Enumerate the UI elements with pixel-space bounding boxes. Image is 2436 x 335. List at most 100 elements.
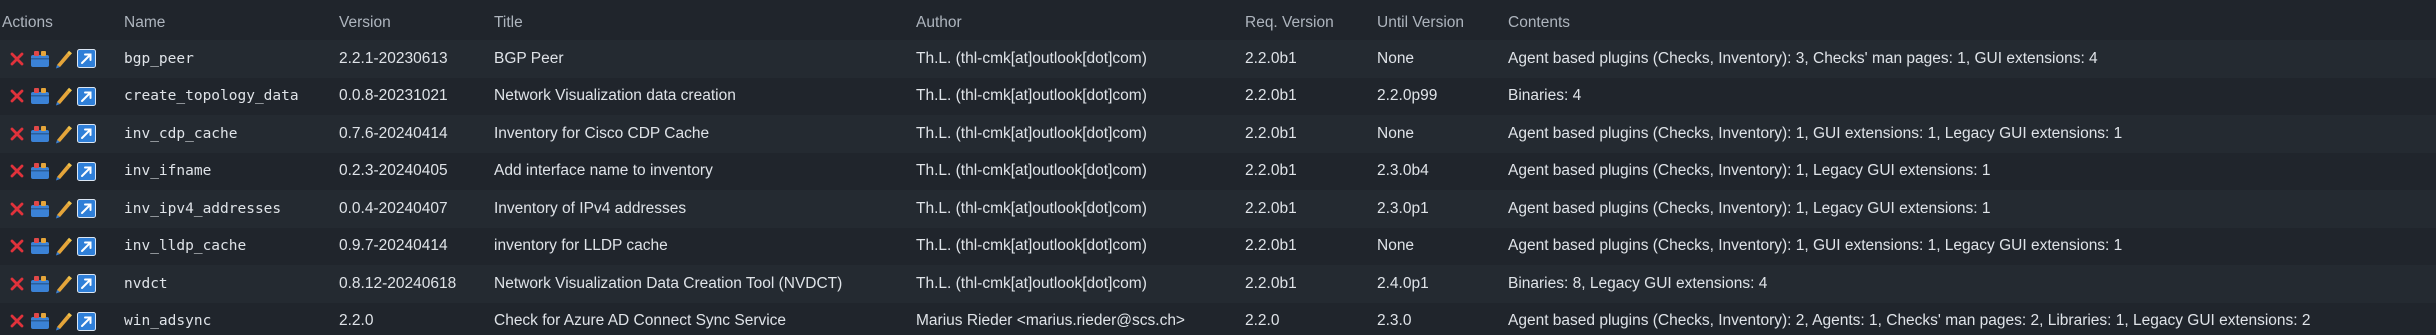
package-author: Marius Rieder <marius.rieder@scs.ch>: [916, 312, 1185, 330]
package-req-version: 2.2.0b1: [1245, 87, 1297, 105]
package-icon[interactable]: [30, 49, 50, 69]
package-icon[interactable]: [30, 311, 50, 331]
package-version: 0.8.12-20240618: [339, 274, 457, 292]
package-req-version: 2.2.0b1: [1245, 49, 1297, 67]
package-name[interactable]: inv_ifname: [124, 153, 339, 191]
download-icon[interactable]: [76, 49, 96, 69]
package-name[interactable]: create_topology_data: [124, 78, 339, 116]
table-row: inv_cdp_cache 0.7.6-20240414 Inventory f…: [0, 115, 2436, 153]
download-icon[interactable]: [76, 161, 96, 181]
actions-cell: [0, 303, 124, 335]
edit-icon[interactable]: [53, 86, 73, 106]
package-name[interactable]: inv_lldp_cache: [124, 228, 339, 266]
package-until-version: 2.3.0b4: [1377, 162, 1429, 180]
actions-cell: [0, 40, 124, 78]
package-version: 2.2.0: [339, 312, 374, 330]
package-req-version: 2.2.0b1: [1245, 162, 1297, 180]
delete-icon[interactable]: [7, 49, 27, 69]
table-row: create_topology_data 0.0.8-20231021 Netw…: [0, 77, 2436, 116]
download-icon[interactable]: [76, 274, 96, 294]
edit-icon[interactable]: [53, 311, 73, 331]
package-req-version: 2.2.0b1: [1245, 237, 1297, 255]
delete-icon[interactable]: [7, 124, 27, 144]
download-icon[interactable]: [76, 124, 96, 144]
delete-icon[interactable]: [7, 161, 27, 181]
actions-cell: [0, 265, 124, 303]
actions-cell: [0, 228, 124, 266]
package-icon[interactable]: [30, 124, 50, 144]
download-icon[interactable]: [76, 311, 96, 331]
column-header-author[interactable]: Author: [916, 6, 1245, 40]
package-until-version: None: [1377, 49, 1415, 67]
package-req-version: 2.2.0b1: [1245, 199, 1297, 217]
package-contents: Agent based plugins (Checks, Inventory):…: [1508, 162, 1991, 180]
package-name[interactable]: bgp_peer: [124, 40, 339, 78]
package-version: 0.2.3-20240405: [339, 162, 448, 180]
edit-icon[interactable]: [53, 124, 73, 144]
delete-icon[interactable]: [7, 86, 27, 106]
package-title: Network Visualization data creation: [494, 87, 736, 105]
table-row: inv_ipv4_addresses 0.0.4-20240407 Invent…: [0, 190, 2436, 228]
column-header-name[interactable]: Name: [124, 6, 339, 40]
package-author: Th.L. (thl-cmk[at]outlook[dot]com): [916, 49, 1147, 67]
edit-icon[interactable]: [53, 236, 73, 256]
column-header-version[interactable]: Version: [339, 6, 494, 40]
package-until-version: 2.4.0p1: [1377, 274, 1429, 292]
download-icon[interactable]: [76, 199, 96, 219]
package-author: Th.L. (thl-cmk[at]outlook[dot]com): [916, 199, 1147, 217]
package-contents: Binaries: 4: [1508, 87, 1582, 105]
package-contents: Binaries: 8, Legacy GUI extensions: 4: [1508, 274, 1768, 292]
package-name[interactable]: nvdct: [124, 265, 339, 303]
package-title: Network Visualization Data Creation Tool…: [494, 274, 843, 292]
package-icon[interactable]: [30, 86, 50, 106]
package-until-version: 2.3.0p1: [1377, 199, 1429, 217]
package-contents: Agent based plugins (Checks, Inventory):…: [1508, 49, 2098, 67]
download-icon[interactable]: [76, 86, 96, 106]
package-contents: Agent based plugins (Checks, Inventory):…: [1508, 312, 2311, 330]
package-version: 0.9.7-20240414: [339, 237, 448, 255]
table-row: inv_ifname 0.2.3-20240405 Add interface …: [0, 152, 2436, 191]
package-contents: Agent based plugins (Checks, Inventory):…: [1508, 124, 2123, 142]
package-title: Inventory for Cisco CDP Cache: [494, 124, 710, 142]
table-body: bgp_peer 2.2.1-20230613 BGP Peer Th.L. (…: [0, 40, 2436, 335]
package-name[interactable]: inv_ipv4_addresses: [124, 190, 339, 228]
actions-cell: [0, 153, 124, 191]
edit-icon[interactable]: [53, 49, 73, 69]
package-author: Th.L. (thl-cmk[at]outlook[dot]com): [916, 274, 1147, 292]
package-title: Add interface name to inventory: [494, 162, 713, 180]
delete-icon[interactable]: [7, 274, 27, 294]
extension-packages-panel: Actions Name Version Title Author Req. V…: [0, 0, 2436, 335]
package-title: Inventory of IPv4 addresses: [494, 199, 687, 217]
delete-icon[interactable]: [7, 311, 27, 331]
column-header-req-version[interactable]: Req. Version: [1245, 6, 1377, 40]
package-author: Th.L. (thl-cmk[at]outlook[dot]com): [916, 87, 1147, 105]
column-header-actions: Actions: [2, 14, 53, 31]
package-contents: Agent based plugins (Checks, Inventory):…: [1508, 199, 1991, 217]
download-icon[interactable]: [76, 236, 96, 256]
package-icon[interactable]: [30, 161, 50, 181]
package-req-version: 2.2.0b1: [1245, 274, 1297, 292]
table-row: nvdct 0.8.12-20240618 Network Visualizat…: [0, 265, 2436, 303]
package-author: Th.L. (thl-cmk[at]outlook[dot]com): [916, 124, 1147, 142]
package-icon[interactable]: [30, 199, 50, 219]
package-icon[interactable]: [30, 274, 50, 294]
package-until-version: None: [1377, 124, 1415, 142]
package-until-version: None: [1377, 237, 1415, 255]
package-title: Check for Azure AD Connect Sync Service: [494, 312, 787, 330]
package-name[interactable]: inv_cdp_cache: [124, 115, 339, 153]
edit-icon[interactable]: [53, 161, 73, 181]
edit-icon[interactable]: [53, 199, 73, 219]
package-icon[interactable]: [30, 236, 50, 256]
package-name[interactable]: win_adsync: [124, 303, 339, 335]
column-header-title[interactable]: Title: [494, 6, 916, 40]
edit-icon[interactable]: [53, 274, 73, 294]
package-contents: Agent based plugins (Checks, Inventory):…: [1508, 237, 2123, 255]
delete-icon[interactable]: [7, 199, 27, 219]
column-header-contents[interactable]: Contents: [1508, 6, 2436, 40]
package-author: Th.L. (thl-cmk[at]outlook[dot]com): [916, 162, 1147, 180]
actions-cell: [0, 78, 124, 116]
table-row: bgp_peer 2.2.1-20230613 BGP Peer Th.L. (…: [0, 40, 2436, 78]
delete-icon[interactable]: [7, 236, 27, 256]
package-req-version: 2.2.0b1: [1245, 124, 1297, 142]
column-header-until-version[interactable]: Until Version: [1377, 6, 1508, 40]
